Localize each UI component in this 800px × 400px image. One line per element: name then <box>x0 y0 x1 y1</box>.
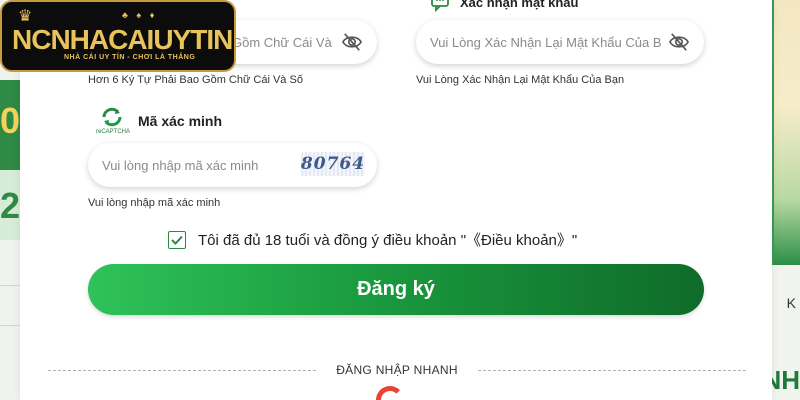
register-button-label: Đăng ký <box>357 278 435 300</box>
background-digit: 0 <box>0 100 21 141</box>
confirm-password-helper: Vui Lòng Xác Nhận Lại Mật Khẩu Của Bạn <box>416 74 625 86</box>
google-icon[interactable] <box>376 386 404 400</box>
quick-login-divider: ĐĂNG NHẬP NHANH <box>48 363 747 377</box>
quick-login-label: ĐĂNG NHẬP NHANH <box>336 363 458 377</box>
eye-off-icon[interactable] <box>341 32 363 52</box>
captcha-label: Mã xác minh <box>138 113 223 129</box>
divider-line <box>48 369 317 371</box>
agreement-checkbox[interactable] <box>168 230 186 249</box>
confirm-password-placeholder: Vui Lòng Xác Nhận Lại Mật Khẩu Của Bạn <box>430 34 662 50</box>
background-banner <box>772 0 800 265</box>
site-logo: ♛ ♣ ♠ ♦ NCNHACAIUYTIN NHÀ CÁI UY TÍN - C… <box>0 0 236 72</box>
captcha-image[interactable]: 80764 <box>301 152 365 176</box>
agreement-row: Tôi đã đủ 18 tuổi và đồng ý điều khoản "… <box>168 229 577 250</box>
captcha-header: reCAPTCHA Mã xác minh <box>96 107 222 137</box>
captcha-helper: Vui lòng nhập mã xác minh <box>88 197 221 209</box>
card-suits-icon: ♣ ♠ ♦ <box>122 10 158 20</box>
register-button[interactable]: Đăng ký <box>88 264 704 315</box>
confirm-password-input[interactable]: Vui Lòng Xác Nhận Lại Mật Khẩu Của Bạn <box>416 20 704 64</box>
background-divider <box>0 325 22 326</box>
recaptcha-badge-text: reCAPTCHA <box>96 129 131 135</box>
captcha-input[interactable]: Vui lòng nhập mã xác minh 80764 <box>88 143 377 187</box>
captcha-placeholder: Vui lòng nhập mã xác minh <box>102 157 259 173</box>
captcha-code: 80764 <box>300 154 366 174</box>
confirm-password-header: Xác nhận mật khẩu <box>430 0 578 12</box>
confirm-password-label: Xác nhận mật khẩu <box>460 0 579 10</box>
checkmark-icon <box>171 235 183 245</box>
divider-line <box>477 369 747 371</box>
logo-wordmark: NCNHACAIUYTIN <box>12 24 233 55</box>
agreement-text[interactable]: Tôi đã đủ 18 tuổi và đồng ý điều khoản "… <box>198 229 577 250</box>
background-right-strip: K NH <box>762 0 800 400</box>
message-check-icon <box>431 0 449 12</box>
password-helper: Hơn 6 Ký Tự Phải Bao Gồm Chữ Cái Và Số <box>88 74 303 86</box>
logo-tagline: NHÀ CÁI UY TÍN - CHƠI LÀ THẮNG <box>64 54 196 61</box>
eye-off-icon[interactable] <box>668 32 690 52</box>
background-digit: 2 <box>0 185 21 226</box>
background-letter: K <box>786 295 796 311</box>
recaptcha-icon <box>102 107 122 127</box>
background-divider <box>0 285 22 286</box>
crown-icon: ♛ <box>18 8 33 25</box>
